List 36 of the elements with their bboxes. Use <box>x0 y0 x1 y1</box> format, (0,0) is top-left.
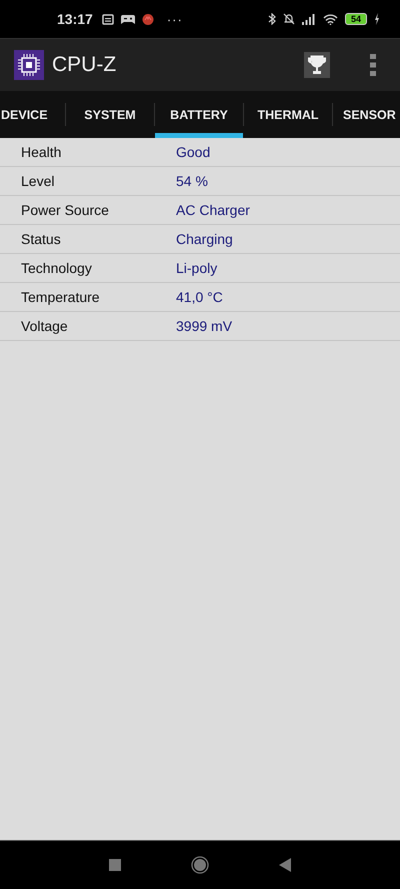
trophy-button[interactable] <box>304 52 330 78</box>
property-value: Good <box>176 144 210 160</box>
wifi-icon <box>322 14 338 24</box>
clock-time: 13:17 <box>57 11 93 27</box>
property-label: Power Source <box>21 202 110 218</box>
signal-icon <box>302 14 316 24</box>
property-label: Technology <box>21 260 93 276</box>
muted-bell-icon <box>282 13 295 25</box>
back-button[interactable] <box>279 858 291 872</box>
tab[interactable]: DEVICE <box>0 91 65 138</box>
property-value: 41,0 °C <box>176 289 223 305</box>
menu-icon[interactable] <box>370 54 376 76</box>
chip-logo-icon <box>14 50 44 80</box>
tab[interactable]: BATTERY <box>155 91 243 138</box>
home-button[interactable] <box>191 856 209 874</box>
property-label: Health <box>21 144 62 160</box>
bluetooth-icon <box>268 13 276 25</box>
gamepad-icon <box>120 14 135 24</box>
message-icon <box>102 14 114 24</box>
tab[interactable]: SYSTEM <box>66 91 154 138</box>
property-label: Temperature <box>21 289 101 305</box>
property-value: 54 % <box>176 173 208 189</box>
property-label: Voltage <box>21 318 69 334</box>
property-label: Status <box>21 231 62 247</box>
app-notification-icon <box>142 13 154 25</box>
property-value: AC Charger <box>176 202 250 218</box>
property-label: Level <box>21 173 56 189</box>
property-value: Charging <box>176 231 233 247</box>
app-title: CPU-Z <box>52 53 116 77</box>
charging-bolt-icon <box>374 13 380 25</box>
battery-indicator: 54 <box>344 13 367 25</box>
property-value: Li-poly <box>176 260 218 276</box>
tab[interactable]: THERMAL <box>244 91 332 138</box>
tab[interactable]: SENSOR <box>333 91 396 138</box>
property-value: 3999 mV <box>176 318 232 334</box>
more-notifications: ··· <box>166 12 183 26</box>
